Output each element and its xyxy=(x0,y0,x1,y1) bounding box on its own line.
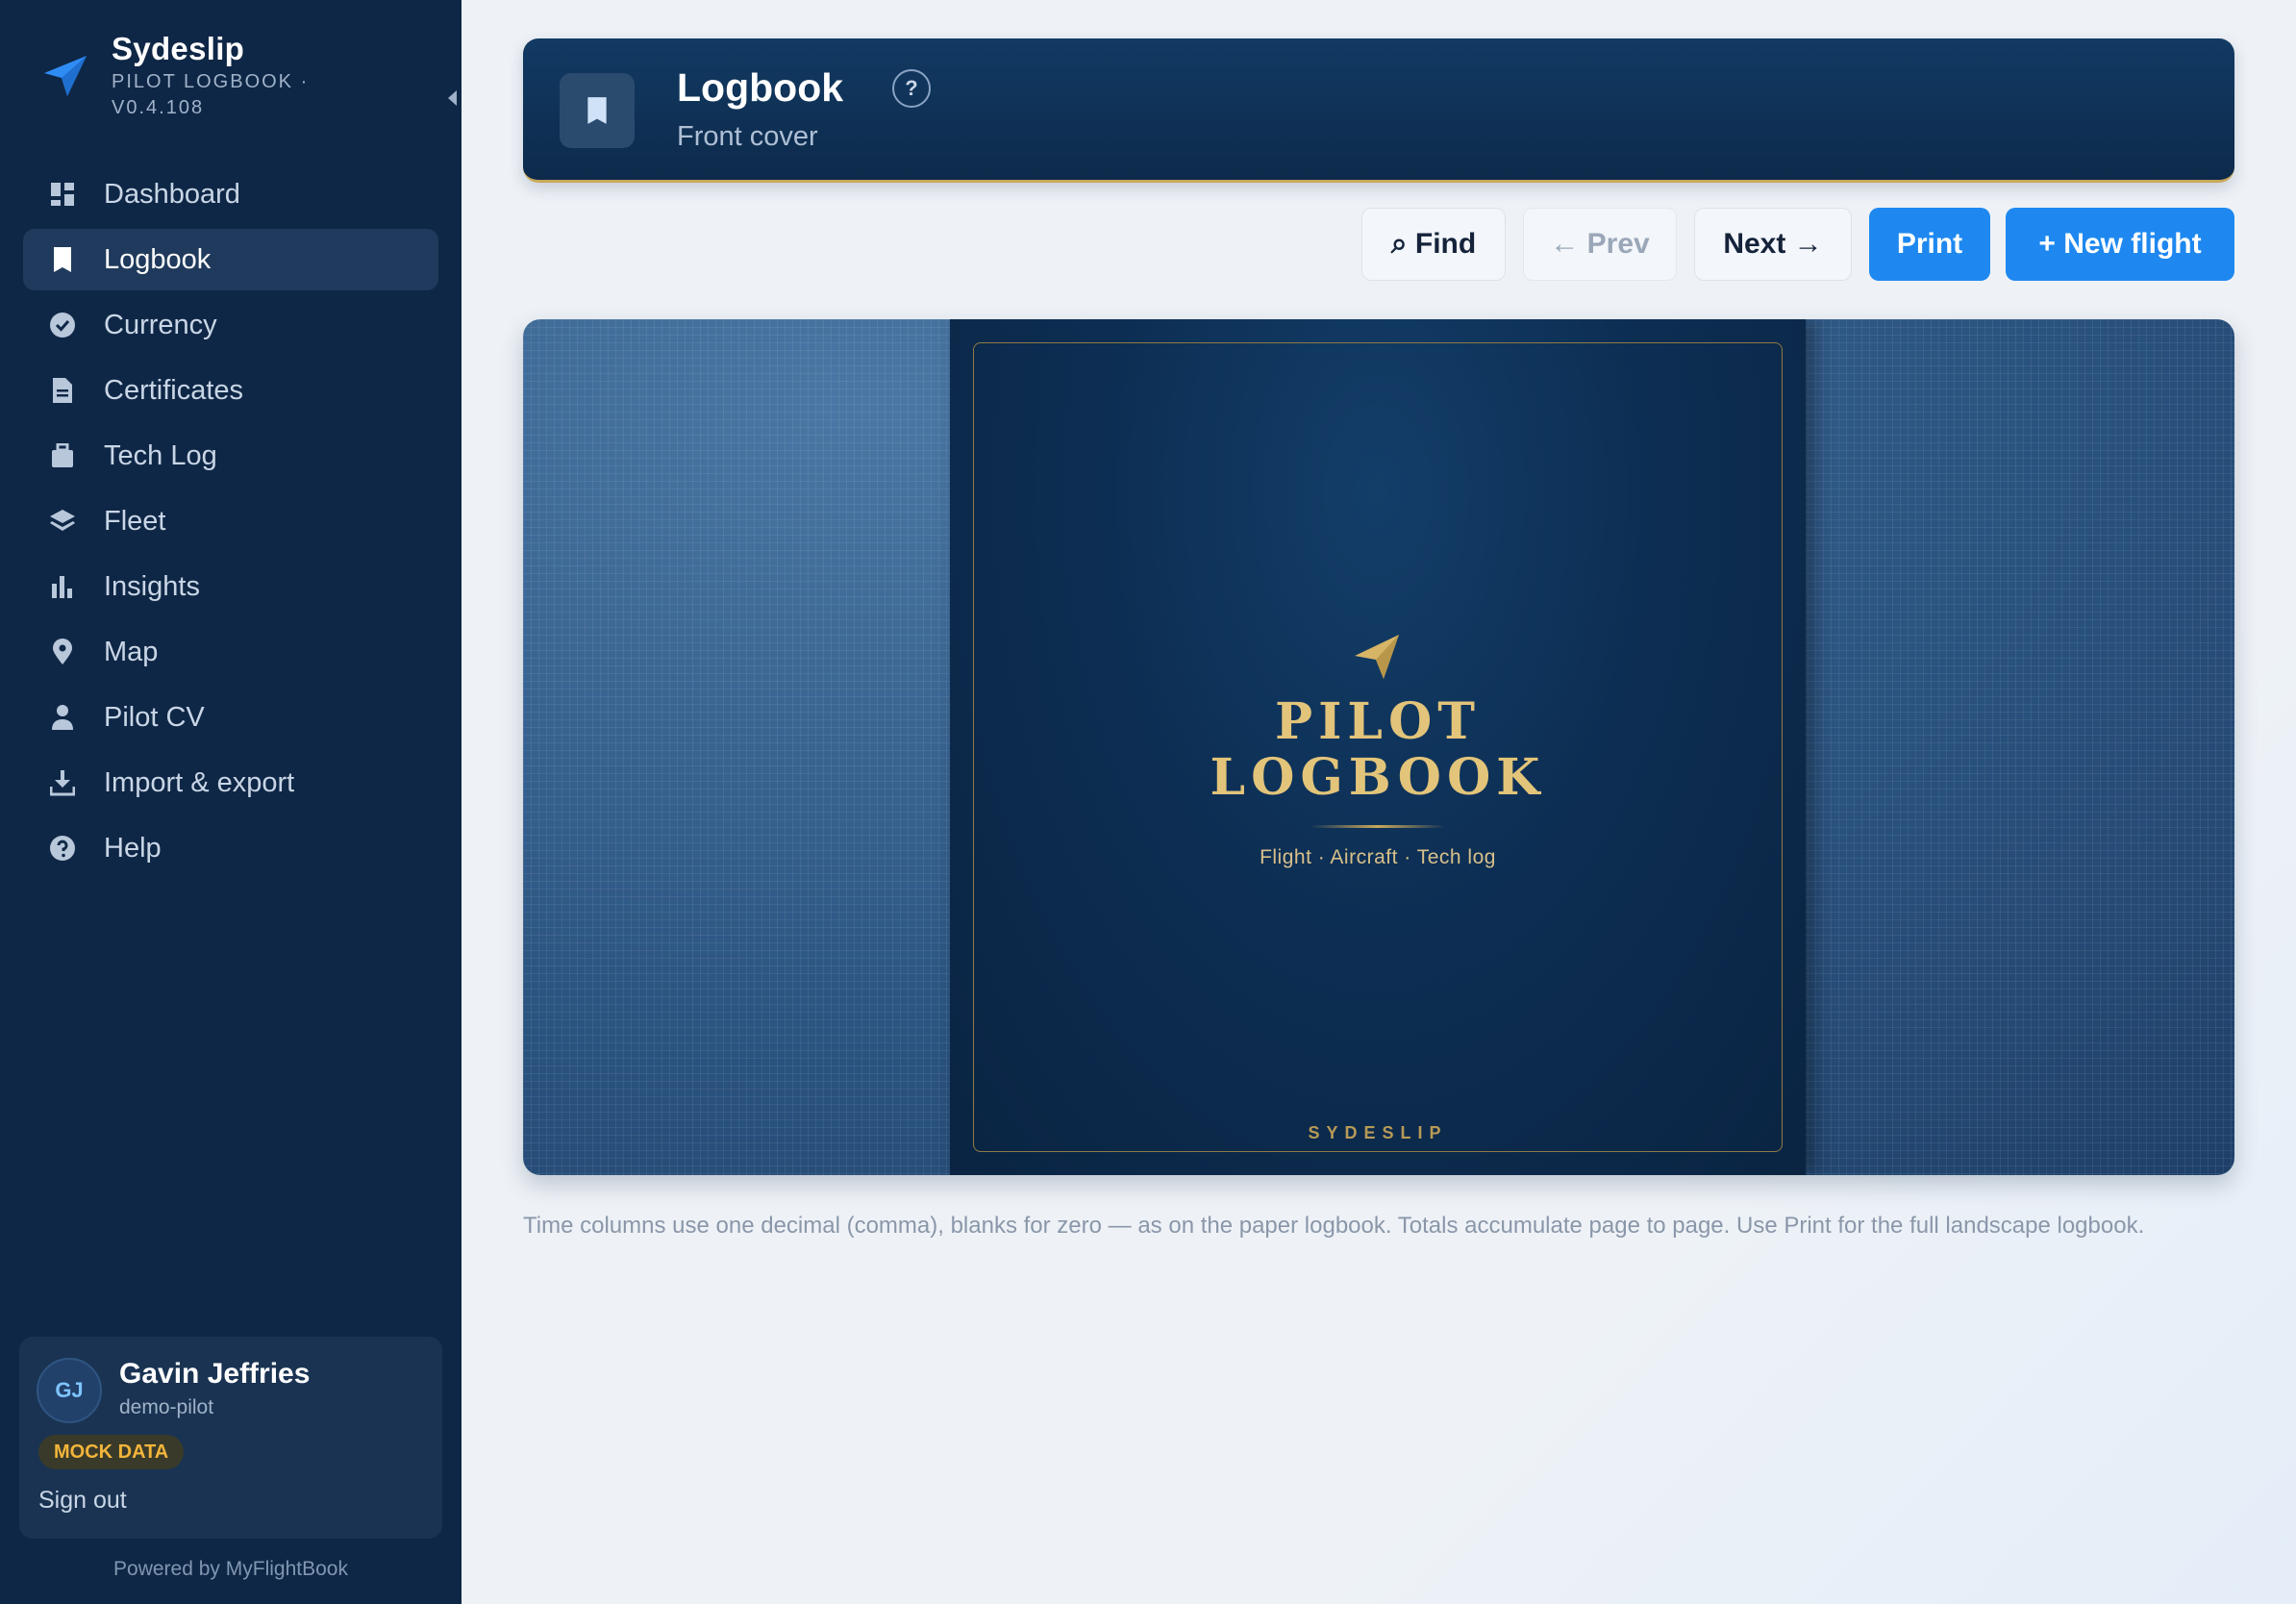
sidebar-item-label: Currency xyxy=(104,309,217,340)
sidebar-item-logbook[interactable]: Logbook xyxy=(23,229,438,290)
brand: Sydeslip PILOT LOGBOOK · V0.4.108 xyxy=(42,31,457,127)
paper-plane-icon xyxy=(1355,635,1399,679)
sidebar-item-insights[interactable]: Insights xyxy=(23,556,438,617)
sidebar-item-label: Certificates xyxy=(104,374,244,406)
book-icon xyxy=(48,245,77,274)
sidebar-item-label: Import & export xyxy=(104,766,295,798)
sidebar-item-label: Logbook xyxy=(104,243,212,275)
find-button[interactable]: ⌕ Find xyxy=(1361,208,1506,281)
sidebar: Sydeslip PILOT LOGBOOK · V0.4.108 Dashbo… xyxy=(0,0,462,1604)
avatar: GJ xyxy=(37,1358,102,1423)
chevron-left-icon xyxy=(448,90,457,106)
download-icon xyxy=(48,768,77,797)
map-pin-icon xyxy=(48,638,77,666)
sidebar-item-map[interactable]: Map xyxy=(23,621,438,683)
sidebar-item-import-export[interactable]: Import & export xyxy=(23,752,438,814)
logbook-viewer: PILOT LOGBOOK Flight · Aircraft · Tech l… xyxy=(523,319,2234,1175)
person-icon xyxy=(48,703,77,732)
layers-icon xyxy=(48,507,77,536)
bar-chart-icon xyxy=(48,572,77,601)
sidebar-item-label: Pilot CV xyxy=(104,701,205,733)
app-name: Sydeslip xyxy=(112,31,245,66)
page-header: Logbook ? Front cover xyxy=(523,38,2234,183)
print-button[interactable]: Print xyxy=(1869,208,1990,281)
sidebar-item-help[interactable]: Help xyxy=(23,817,438,879)
dashboard-icon xyxy=(48,180,77,209)
sidebar-item-pilot-cv[interactable]: Pilot CV xyxy=(23,687,438,748)
mock-data-badge: MOCK DATA xyxy=(38,1435,185,1469)
check-circle-icon xyxy=(48,311,77,339)
cover-tagline: Flight · Aircraft · Tech log xyxy=(1260,846,1496,868)
sidebar-item-certificates[interactable]: Certificates xyxy=(23,360,438,421)
user-name: Gavin Jeffries xyxy=(119,1358,311,1390)
sign-out-link[interactable]: Sign out xyxy=(38,1487,127,1515)
sidebar-item-label: Map xyxy=(104,636,159,667)
powered-by: Powered by MyFlightBook xyxy=(113,1558,348,1580)
prev-button[interactable]: ← Prev xyxy=(1523,208,1677,281)
cover-footer: SYDESLIP xyxy=(1308,1123,1448,1142)
front-cover[interactable]: PILOT LOGBOOK Flight · Aircraft · Tech l… xyxy=(950,319,1806,1175)
new-flight-button[interactable]: + New flight xyxy=(2006,208,2234,281)
help-circle-icon xyxy=(48,834,77,863)
sidebar-item-label: Tech Log xyxy=(104,439,217,471)
page-title: Logbook xyxy=(677,65,844,110)
sidebar-nav: Dashboard Logbook Currency Certificates … xyxy=(23,163,438,883)
cover-title-line1: PILOT xyxy=(1275,692,1481,751)
cover-title-line2: LOGBOOK xyxy=(1210,748,1546,807)
sidebar-item-dashboard[interactable]: Dashboard xyxy=(23,163,438,225)
sidebar-item-label: Help xyxy=(104,832,162,864)
help-button[interactable]: ? xyxy=(892,69,931,108)
sidebar-item-label: Fleet xyxy=(104,505,166,537)
footnote: Time columns use one decimal (comma), bl… xyxy=(523,1213,2145,1239)
user-card: GJ Gavin Jeffries demo-pilot MOCK DATA S… xyxy=(19,1337,442,1539)
main-content: Logbook ? Front cover ⌕ Find ← Prev Next… xyxy=(462,0,2296,1604)
sidebar-item-label: Insights xyxy=(104,570,200,602)
briefcase-icon xyxy=(48,441,77,470)
user-handle: demo-pilot xyxy=(119,1396,214,1418)
sidebar-item-currency[interactable]: Currency xyxy=(23,294,438,356)
sidebar-item-tech-log[interactable]: Tech Log xyxy=(23,425,438,487)
next-button[interactable]: Next → xyxy=(1694,208,1852,281)
cover-divider xyxy=(1310,825,1445,828)
page-subtitle: Front cover xyxy=(677,121,818,152)
paper-plane-logo-icon xyxy=(44,56,87,96)
book-icon xyxy=(560,73,635,148)
sidebar-item-label: Dashboard xyxy=(104,178,240,210)
sidebar-item-fleet[interactable]: Fleet xyxy=(23,490,438,552)
cover-title: PILOT LOGBOOK xyxy=(950,694,1806,806)
document-icon xyxy=(48,376,77,405)
app-subtitle: PILOT LOGBOOK · V0.4.108 xyxy=(112,71,310,118)
